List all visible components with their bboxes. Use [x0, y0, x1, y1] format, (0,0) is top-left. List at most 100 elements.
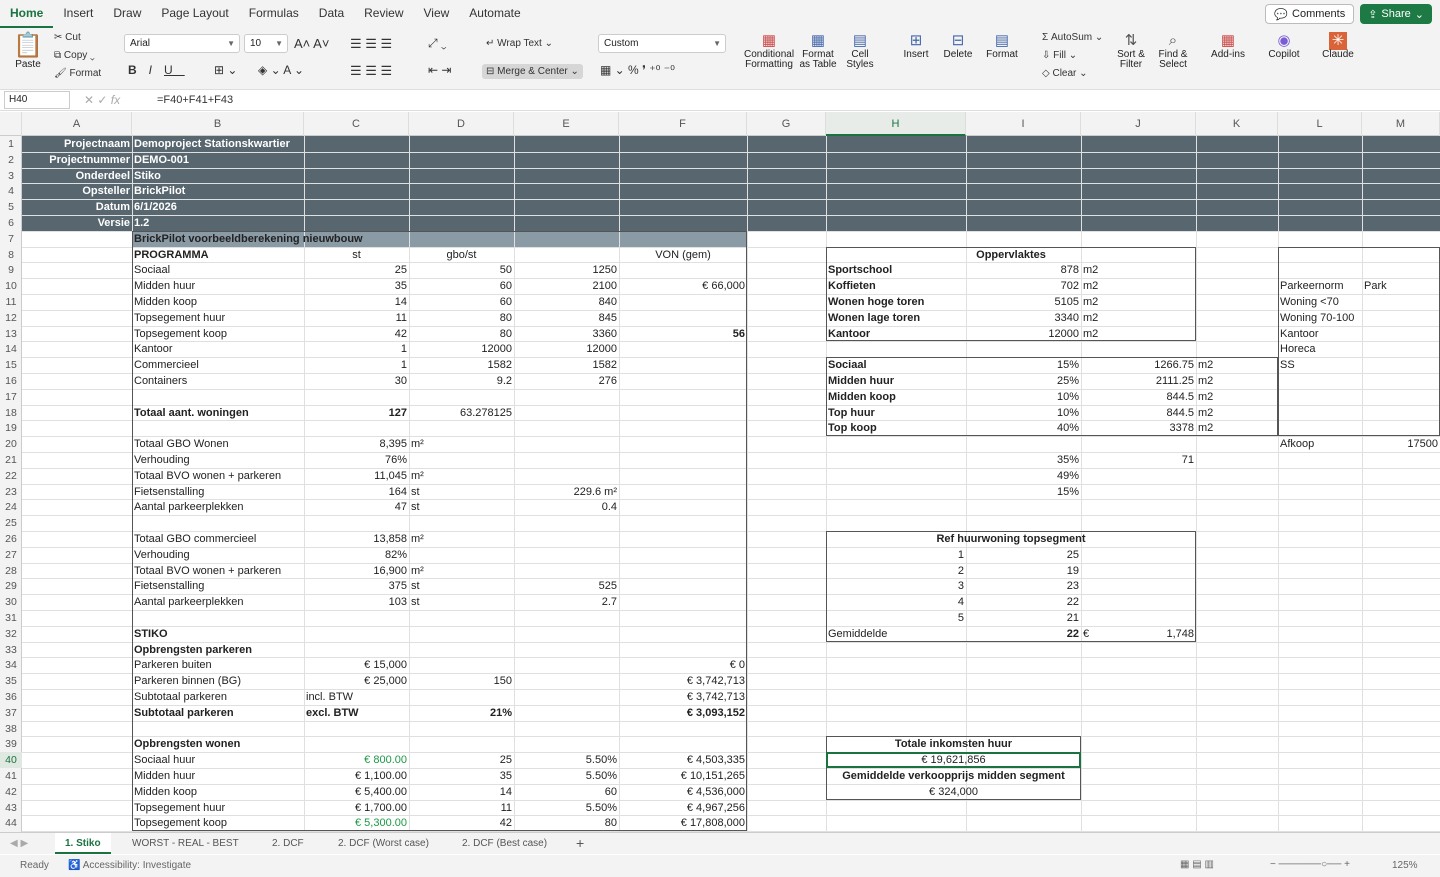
sheet-tab-worst-real-best[interactable]: WORST - REAL - BEST: [122, 833, 249, 854]
row-header[interactable]: 9: [0, 262, 22, 278]
row-header[interactable]: 3: [0, 168, 22, 184]
cell[interactable]: 17500: [1362, 436, 1440, 452]
row-header[interactable]: 41: [0, 768, 22, 784]
zoom-level[interactable]: 125%: [1392, 860, 1418, 871]
row-header[interactable]: 27: [0, 547, 22, 563]
claude-button[interactable]: ✳ Claude: [1318, 32, 1358, 60]
sheet-tab-dcf-best[interactable]: 2. DCF (Best case): [452, 833, 557, 854]
grow-font-icon[interactable]: A˄ A˅: [294, 36, 329, 51]
fill-color-icon[interactable]: ◈ ⌄ A ⌄: [258, 63, 304, 77]
font-style-buttons[interactable]: BIU: [128, 63, 185, 77]
number-format-icons[interactable]: ▦ ⌄ % ❜ ⁺⁰ ⁻⁰: [600, 63, 675, 77]
tab-page-layout[interactable]: Page Layout: [151, 0, 238, 28]
add-sheet-button[interactable]: +: [566, 833, 594, 854]
cell[interactable]: [1081, 484, 1196, 500]
row-header[interactable]: 11: [0, 294, 22, 310]
col-header[interactable]: M: [1362, 112, 1440, 136]
col-header[interactable]: H: [826, 112, 966, 136]
sheet-nav-icons[interactable]: ◀ ▶: [10, 838, 28, 849]
fill-button[interactable]: ⇩ Fill ⌄: [1042, 50, 1077, 61]
col-header[interactable]: E: [514, 112, 619, 136]
cell-styles-button[interactable]: ▤ Cell Styles: [842, 32, 878, 70]
col-header[interactable]: G: [747, 112, 826, 136]
row-header[interactable]: 10: [0, 278, 22, 294]
row-header[interactable]: 29: [0, 578, 22, 594]
row-header[interactable]: 38: [0, 721, 22, 737]
tab-draw[interactable]: Draw: [103, 0, 151, 28]
font-size-select[interactable]: 10 ▼: [244, 34, 288, 53]
share-button[interactable]: ⇪ Share ⌄: [1360, 4, 1432, 24]
row-header[interactable]: 14: [0, 341, 22, 357]
autosum-button[interactable]: Σ AutoSum ⌄: [1042, 32, 1103, 43]
row-header[interactable]: 24: [0, 499, 22, 515]
row-header[interactable]: 5: [0, 199, 22, 215]
row-header[interactable]: 28: [0, 563, 22, 579]
copy-button[interactable]: ⧉ Copy ⌄: [54, 50, 95, 61]
cell[interactable]: BrickPilot: [132, 183, 514, 199]
sheet-tab-stiko[interactable]: 1. Stiko: [55, 833, 111, 854]
format-painter-button[interactable]: 🖌 Format: [54, 68, 101, 79]
sort-filter-button[interactable]: ⇅ Sort & Filter: [1112, 32, 1150, 70]
orientation-icon[interactable]: ⤢ ⌄: [428, 36, 447, 51]
row-header[interactable]: 21: [0, 452, 22, 468]
tab-insert[interactable]: Insert: [53, 0, 103, 28]
col-header[interactable]: A: [22, 112, 132, 136]
cell[interactable]: Versie: [22, 215, 132, 231]
row-header[interactable]: 6: [0, 215, 22, 231]
tab-automate[interactable]: Automate: [459, 0, 530, 28]
row-header[interactable]: 16: [0, 373, 22, 389]
col-header[interactable]: L: [1278, 112, 1362, 136]
sheet-tab-dcf-worst[interactable]: 2. DCF (Worst case): [328, 833, 439, 854]
row-header[interactable]: 37: [0, 705, 22, 721]
row-header[interactable]: 17: [0, 389, 22, 405]
cell[interactable]: DEMO-001: [132, 152, 514, 168]
tab-formulas[interactable]: Formulas: [239, 0, 309, 28]
copilot-button[interactable]: ◉ Copilot: [1264, 32, 1304, 60]
row-header[interactable]: 32: [0, 626, 22, 642]
col-header[interactable]: I: [966, 112, 1081, 136]
name-box[interactable]: H40: [4, 91, 70, 109]
cell[interactable]: 49%: [966, 468, 1081, 484]
row-header[interactable]: 22: [0, 468, 22, 484]
row-header[interactable]: 34: [0, 657, 22, 673]
row-header[interactable]: 20: [0, 436, 22, 452]
insert-cells-button[interactable]: ⊞ Insert: [898, 32, 934, 60]
cell[interactable]: Onderdeel: [22, 168, 132, 184]
delete-cells-button[interactable]: ⊟ Delete: [938, 32, 978, 60]
comments-button[interactable]: 💬 Comments: [1265, 4, 1355, 24]
accessibility-status[interactable]: ♿ Accessibility: Investigate: [68, 860, 191, 871]
view-icons[interactable]: ▦ ▤ ▥: [1180, 859, 1214, 870]
sheet-tab-dcf[interactable]: 2. DCF: [262, 833, 314, 854]
row-header[interactable]: 15: [0, 357, 22, 373]
cell[interactable]: Datum: [22, 199, 132, 215]
row-header[interactable]: 39: [0, 736, 22, 752]
row-header[interactable]: 43: [0, 800, 22, 816]
tab-view[interactable]: View: [414, 0, 460, 28]
merge-center-button[interactable]: ⊟ Merge & Center ⌄: [482, 64, 583, 79]
cancel-check-fx-icons[interactable]: ✕ ✓ fx: [84, 93, 120, 107]
conditional-formatting-button[interactable]: ▦ Conditional Formatting: [744, 32, 794, 70]
add-ins-button[interactable]: ▦ Add-ins: [1208, 32, 1248, 60]
cell[interactable]: Projectnaam: [22, 136, 132, 152]
cell[interactable]: [1081, 468, 1196, 484]
wrap-text-button[interactable]: ↵ Wrap Text ⌄: [486, 38, 553, 49]
row-header[interactable]: 19: [0, 420, 22, 436]
row-header[interactable]: 31: [0, 610, 22, 626]
tab-home[interactable]: Home: [0, 0, 54, 28]
row-header[interactable]: 33: [0, 642, 22, 658]
find-select-button[interactable]: ⌕ Find & Select: [1154, 32, 1192, 70]
col-header[interactable]: J: [1081, 112, 1196, 136]
col-header[interactable]: D: [409, 112, 514, 136]
row-header[interactable]: 26: [0, 531, 22, 547]
row-header[interactable]: 18: [0, 405, 22, 421]
row-header[interactable]: 30: [0, 594, 22, 610]
row-header[interactable]: 13: [0, 326, 22, 342]
row-header[interactable]: 25: [0, 515, 22, 531]
cut-button[interactable]: ✂ Cut: [54, 32, 81, 43]
cell[interactable]: 15%: [966, 484, 1081, 500]
col-header[interactable]: C: [304, 112, 409, 136]
cell[interactable]: Stiko: [132, 168, 514, 184]
cell[interactable]: Afkoop: [1278, 436, 1362, 452]
col-header[interactable]: B: [132, 112, 304, 136]
row-header[interactable]: 40: [0, 752, 22, 768]
